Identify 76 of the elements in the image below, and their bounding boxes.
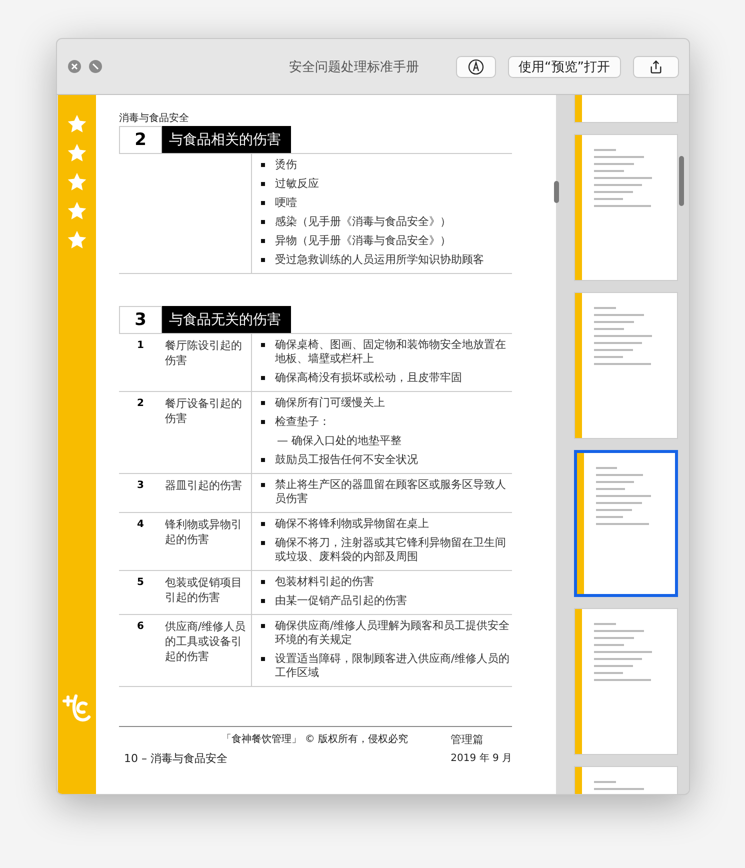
list-item: 设置适当障碍，限制顾客进入供应商/维修人员的工作区域	[275, 652, 511, 680]
bullet-icon	[261, 343, 265, 347]
close-button[interactable]	[68, 60, 81, 73]
bullet-icon	[261, 657, 265, 661]
fullscreen-button[interactable]	[89, 60, 102, 73]
row-number: 2	[136, 397, 145, 411]
window-title: 安全问题处理标准手册	[288, 58, 420, 76]
row-label: 餐厅设备引起的伤害	[165, 392, 252, 473]
list-item: 过敏反应	[275, 177, 319, 191]
sub-list-item: — 确保入口处的地垫平整	[277, 434, 402, 448]
bullet-icon	[261, 541, 265, 545]
row-label: 餐厅陈设引起的伤害	[165, 334, 252, 391]
list-item: 确保供应商/维修人员理解为顾客和员工提供安全环境的有关规定	[275, 619, 511, 647]
slash-icon	[92, 63, 99, 70]
row-label: 器皿引起的伤害	[165, 474, 252, 512]
markup-button[interactable]	[456, 56, 496, 78]
row-number: 3	[136, 479, 145, 493]
list-item: 禁止将生产区的器皿留在顾客区或服务区导致人员伤害	[275, 478, 507, 506]
section-title: 与食品无关的伤害	[162, 306, 291, 333]
bullet-icon	[261, 599, 265, 603]
list-item: 确保高椅没有损坏或松动，且皮带牢固	[275, 371, 462, 385]
close-icon	[71, 63, 78, 70]
list-item: 包装材料引起的伤害	[275, 575, 374, 589]
section-title: 与食品相关的伤害	[162, 126, 291, 153]
bullet-icon	[261, 401, 265, 405]
star-icon	[66, 229, 88, 251]
section-label: 消毒与食品安全	[119, 112, 190, 125]
star-icon	[66, 171, 88, 193]
row-number: 1	[136, 339, 145, 353]
list-item: 感染（见手册《消毒与食品安全》）	[275, 215, 451, 229]
list-item: 鼓励员工报告任何不安全状况	[275, 453, 418, 467]
row-label: 包装或促销项目引起的伤害	[165, 571, 252, 614]
row-label: 锋利物或异物引起的伤害	[165, 513, 252, 570]
share-icon	[649, 60, 663, 74]
page-label: 10 – 消毒与食品安全	[123, 751, 228, 766]
star-icon	[66, 142, 88, 164]
list-item: 确保桌椅、图画、固定物和装饰物安全地放置在地板、墙壁或栏杆上	[275, 338, 507, 366]
list-item: 确保所有门可缓慢关上	[275, 396, 385, 410]
bullet-icon	[261, 458, 265, 462]
section-number: 2	[119, 126, 162, 153]
date-text: 2019 年 9 月	[450, 752, 512, 766]
list-item: 哽噎	[275, 196, 297, 210]
bullet-icon	[261, 163, 265, 167]
bullet-icon	[261, 220, 265, 224]
list-item: 由某一促销产品引起的伤害	[275, 594, 407, 608]
scrollbar[interactable]	[554, 181, 559, 203]
list-item: 确保不将刀，注射器或其它锋利异物留在卫生间或垃圾、废料袋的内部及周围	[275, 536, 507, 564]
bullet-icon	[261, 201, 265, 205]
copyright-text: 「食神餐饮管理」 © 版权所有，侵权必究	[220, 732, 409, 747]
page-thumbnail[interactable]	[574, 450, 678, 597]
bullet-icon	[261, 580, 265, 584]
row-number: 6	[136, 620, 145, 634]
row-number: 4	[136, 518, 145, 532]
bullet-icon	[261, 258, 265, 262]
row-number: 5	[136, 576, 145, 590]
row-label: 供应商/维修人员的工具或设备引起的伤害	[165, 615, 252, 686]
list-item: 烫伤	[275, 158, 297, 172]
list-item: 检查垫子：	[275, 415, 330, 429]
scrollbar[interactable]	[679, 156, 684, 206]
section-number: 3	[119, 306, 162, 333]
list-item: 受过急救训练的人员运用所学知识协助顾客	[275, 253, 484, 267]
bullet-icon	[261, 420, 265, 424]
star-icon	[66, 113, 88, 135]
star-icon	[66, 200, 88, 222]
part-label: 管理篇	[450, 732, 485, 747]
bullet-icon	[261, 182, 265, 186]
bullet-icon	[261, 624, 265, 628]
bullet-icon	[261, 239, 265, 243]
share-button[interactable]	[633, 56, 679, 78]
list-item: 确保不将锋利物或异物留在桌上	[275, 517, 429, 531]
bullet-icon	[261, 483, 265, 487]
open-in-preview-button[interactable]: 使用“预览”打开	[508, 56, 621, 78]
list-item: 异物（见手册《消毒与食品安全》）	[275, 234, 451, 248]
bullet-icon	[261, 376, 265, 380]
bullet-icon	[261, 522, 265, 526]
pen-circle-icon	[468, 58, 484, 74]
